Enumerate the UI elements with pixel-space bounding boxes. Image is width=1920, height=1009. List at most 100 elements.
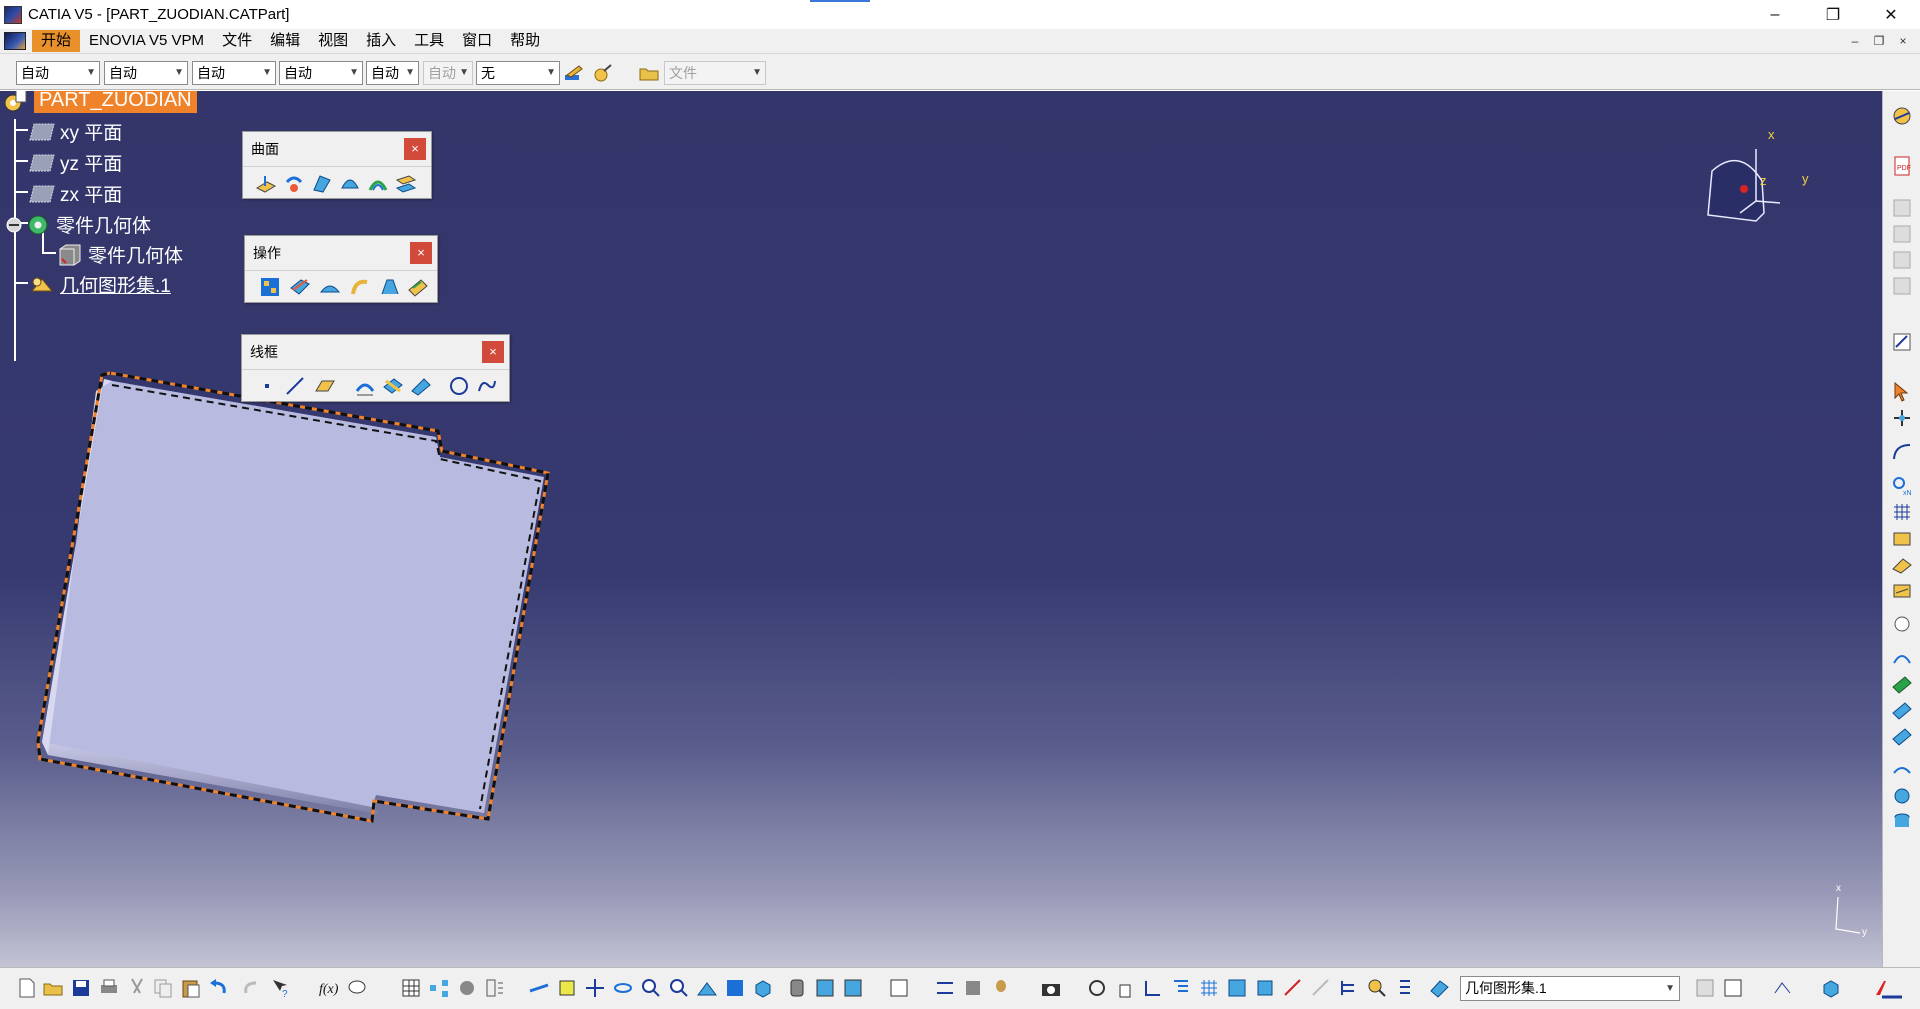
tree-structure-icon[interactable] xyxy=(1170,977,1192,999)
line-thickness-combo[interactable]: 自动 ▼ xyxy=(192,61,276,85)
tool-disabled-icon[interactable] xyxy=(1310,977,1332,999)
layout-icon[interactable] xyxy=(1694,977,1716,999)
hand-icon[interactable] xyxy=(1114,977,1136,999)
menu-window[interactable]: 窗口 xyxy=(453,30,501,52)
geometrical-set-combo[interactable]: 几何图形集.1 ▼ xyxy=(1460,976,1680,1001)
sweep-surface-icon[interactable] xyxy=(311,172,333,194)
normal-view-icon[interactable] xyxy=(696,977,718,999)
hierarchy-icon[interactable] xyxy=(1338,977,1360,999)
fit-all-icon[interactable] xyxy=(556,977,578,999)
part-main-face[interactable] xyxy=(42,379,544,813)
tool-disabled-icon[interactable] xyxy=(1891,223,1913,245)
menu-edit[interactable]: 编辑 xyxy=(261,30,309,52)
graph-tree-icon[interactable] xyxy=(428,977,450,999)
menu-tools[interactable]: 工具 xyxy=(405,30,453,52)
parameter-icon[interactable] xyxy=(484,977,506,999)
spline-icon[interactable] xyxy=(476,375,498,397)
tool-disabled-icon[interactable] xyxy=(1891,275,1913,297)
draft-analysis-icon[interactable] xyxy=(1891,553,1913,575)
bulb-icon[interactable] xyxy=(990,977,1012,999)
doc-close-icon[interactable]: × xyxy=(1894,32,1912,50)
wireframe-tool-icon[interactable] xyxy=(1891,647,1913,669)
zoom-out-icon[interactable] xyxy=(668,977,690,999)
undo-icon[interactable] xyxy=(208,977,230,999)
search-icon[interactable] xyxy=(1366,977,1388,999)
cylinder-icon[interactable] xyxy=(1891,811,1913,833)
fill-color-combo[interactable]: 自动 ▼ xyxy=(16,61,100,85)
axis-system-icon[interactable] xyxy=(1142,977,1164,999)
collapse-minus-icon[interactable] xyxy=(4,215,24,235)
extrapolate-icon[interactable] xyxy=(349,276,371,298)
menu-start[interactable]: 开始 xyxy=(32,30,81,52)
join-icon[interactable] xyxy=(259,276,281,298)
tree-node-xy-plane[interactable]: xy 平面 xyxy=(28,118,122,145)
projection-icon[interactable] xyxy=(354,375,376,397)
translate-icon[interactable] xyxy=(379,276,401,298)
close-toolbar-button[interactable]: × xyxy=(404,138,426,160)
blend-surface-icon[interactable] xyxy=(395,172,417,194)
tree-root-label[interactable]: PART_ZUODIAN xyxy=(34,91,197,113)
point-type-combo[interactable]: 自动 ▼ xyxy=(366,61,419,85)
fly-mode-icon[interactable] xyxy=(528,977,550,999)
surface-tool-icon[interactable] xyxy=(1891,699,1913,721)
copy-icon[interactable] xyxy=(152,977,174,999)
close-button[interactable]: ✕ xyxy=(1862,0,1920,29)
measure-icon[interactable] xyxy=(934,977,956,999)
3d-grid-icon[interactable] xyxy=(1226,977,1248,999)
sketcher-icon[interactable] xyxy=(1891,331,1913,353)
close-toolbar-button[interactable]: × xyxy=(482,341,504,363)
sketch-disabled-icon[interactable] xyxy=(1891,197,1913,219)
layer-combo[interactable]: 无 ▼ xyxy=(476,61,560,85)
list-icon[interactable] xyxy=(1394,977,1416,999)
tree-node-zx-plane[interactable]: zx 平面 xyxy=(28,180,122,207)
menu-file[interactable]: 文件 xyxy=(213,30,261,52)
swap-visible-icon[interactable] xyxy=(842,977,864,999)
repetition-icon[interactable]: xN xyxy=(1891,475,1913,497)
sphere-icon[interactable] xyxy=(1891,785,1913,807)
fill-surface-icon[interactable] xyxy=(339,172,361,194)
multi-section-surface-icon[interactable] xyxy=(367,172,389,194)
table-icon[interactable] xyxy=(400,977,422,999)
extract-icon[interactable] xyxy=(407,276,429,298)
catalog-icon[interactable] xyxy=(456,977,478,999)
intersection-icon[interactable] xyxy=(382,375,404,397)
part-geometry[interactable] xyxy=(0,91,1882,967)
workbench-icon[interactable] xyxy=(1891,105,1913,127)
connect-checker-icon[interactable] xyxy=(1891,613,1913,635)
law-icon[interactable] xyxy=(1891,759,1913,781)
surface-tool-icon[interactable] xyxy=(1891,673,1913,695)
revolve-surface-icon[interactable] xyxy=(283,172,305,194)
new-file-icon[interactable] xyxy=(16,977,38,999)
restore-button[interactable]: ❐ xyxy=(1804,0,1862,29)
offset-curve-icon[interactable] xyxy=(410,375,432,397)
tool-disabled-icon[interactable] xyxy=(1891,249,1913,271)
grid-icon[interactable] xyxy=(1198,977,1220,999)
analysis-icon[interactable] xyxy=(1891,527,1913,549)
cut-icon[interactable] xyxy=(126,977,148,999)
snap-icon[interactable] xyxy=(1891,407,1913,429)
pdf-export-icon[interactable]: PDF xyxy=(1891,155,1913,177)
surface-tool-icon[interactable] xyxy=(1891,725,1913,747)
formula-icon[interactable]: f(x) xyxy=(318,977,340,999)
open-file-icon[interactable] xyxy=(42,977,64,999)
minimize-button[interactable]: – xyxy=(1746,0,1804,29)
doc-restore-icon[interactable]: ❐ xyxy=(1870,32,1888,50)
spell-check-icon[interactable] xyxy=(1772,977,1794,999)
circle-icon[interactable] xyxy=(448,375,470,397)
iso-view-icon[interactable] xyxy=(752,977,774,999)
file-combo[interactable]: 文件 ▼ xyxy=(664,61,766,85)
redo-icon[interactable] xyxy=(240,977,262,999)
paste-icon[interactable] xyxy=(180,977,202,999)
split-icon[interactable] xyxy=(289,276,311,298)
swap-icon[interactable] xyxy=(1086,977,1108,999)
painter-icon[interactable] xyxy=(563,63,585,83)
pan-icon[interactable] xyxy=(584,977,606,999)
whats-this-icon[interactable]: ? xyxy=(270,977,292,999)
curvature-analysis-icon[interactable] xyxy=(1891,579,1913,601)
view-mode-icon[interactable] xyxy=(724,977,746,999)
camera-icon[interactable] xyxy=(1040,977,1062,999)
menu-enovia[interactable]: ENOVIA V5 VPM xyxy=(80,30,213,52)
shading-icon[interactable] xyxy=(786,977,808,999)
doc-minimize-icon[interactable]: – xyxy=(1846,32,1864,50)
box-icon[interactable] xyxy=(1254,977,1276,999)
